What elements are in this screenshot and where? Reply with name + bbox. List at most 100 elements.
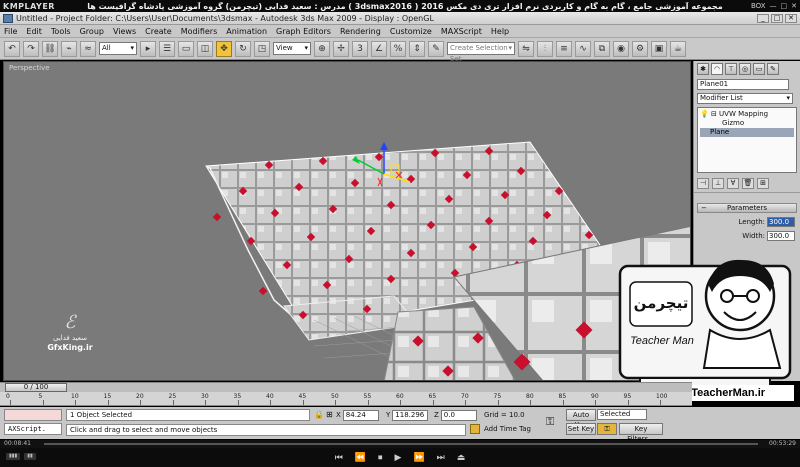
utilities-tab-icon[interactable]: ✎: [767, 63, 779, 75]
selection-filter-dropdown[interactable]: All: [99, 42, 137, 55]
material-editor-icon[interactable]: ◉: [613, 40, 629, 57]
key-mode-icon[interactable]: ⚿: [546, 415, 554, 429]
minimize-button[interactable]: _: [757, 13, 769, 23]
stack-item-gizmo[interactable]: Gizmo: [700, 119, 794, 128]
select-move-icon[interactable]: ✥: [216, 40, 232, 57]
time-slider[interactable]: 0 / 100: [0, 382, 692, 392]
align-icon[interactable]: ⫶: [537, 40, 553, 57]
reference-coord-dropdown[interactable]: View: [273, 42, 311, 55]
pin-stack-icon[interactable]: ⊣: [697, 178, 709, 189]
select-manipulate-icon[interactable]: ✢: [333, 40, 349, 57]
edit-named-selection-icon[interactable]: ✎: [428, 40, 444, 57]
perspective-viewport[interactable]: Perspective ℰ سعید فدایی GfxKing.ir: [3, 61, 691, 381]
add-time-tag[interactable]: Add Time Tag: [484, 424, 531, 435]
show-end-result-icon[interactable]: ⊥: [712, 178, 724, 189]
x-field[interactable]: 84.24: [342, 409, 379, 421]
player-box-button[interactable]: BOX: [751, 2, 766, 10]
stack-item-plane[interactable]: Plane: [700, 128, 794, 137]
length-spinner[interactable]: 300.0: [767, 217, 795, 227]
stop-icon[interactable]: ⏹: [378, 453, 383, 463]
bind-space-warp-icon[interactable]: ≈: [80, 40, 96, 57]
select-object-icon[interactable]: ▸: [140, 40, 156, 57]
parameters-rollout[interactable]: Parameters: [697, 203, 797, 213]
menu-graph-editors[interactable]: Graph Editors: [276, 27, 331, 36]
maxscript-listener-top[interactable]: [4, 409, 62, 421]
menu-rendering[interactable]: Rendering: [340, 27, 381, 36]
lock-selection-icon[interactable]: 🔒: [314, 410, 324, 419]
key-filters-button[interactable]: Key Filters...: [619, 423, 663, 443]
menu-modifiers[interactable]: Modifiers: [181, 27, 218, 36]
maxscript-listener[interactable]: AXScript.: [4, 423, 62, 435]
play-icon[interactable]: ▶: [395, 453, 402, 463]
eject-icon[interactable]: ⏏: [457, 453, 466, 463]
select-scale-icon[interactable]: ◳: [254, 40, 270, 57]
max-app-icon[interactable]: [3, 13, 13, 23]
set-keys-icon[interactable]: ⚿: [597, 423, 617, 435]
absolute-mode-icon[interactable]: ⊞: [326, 410, 333, 419]
next-icon[interactable]: ⏭: [437, 453, 445, 463]
select-rotate-icon[interactable]: ↻: [235, 40, 251, 57]
pivot-center-icon[interactable]: ⊕: [314, 40, 330, 57]
menu-customize[interactable]: Customize: [390, 27, 432, 36]
named-selection-set-dropdown[interactable]: Create Selection Set: [447, 42, 515, 63]
layer-manager-icon[interactable]: ≡: [556, 40, 572, 57]
menu-animation[interactable]: Animation: [226, 27, 267, 36]
object-name-field[interactable]: Plane01: [697, 79, 789, 90]
create-tab-icon[interactable]: ✱: [697, 63, 709, 75]
configure-sets-icon[interactable]: ⊞: [757, 178, 769, 189]
angle-snap-icon[interactable]: ∠: [371, 40, 387, 57]
make-unique-icon[interactable]: ∀: [727, 178, 739, 189]
curve-editor-icon[interactable]: ∿: [575, 40, 591, 57]
time-tag-icon[interactable]: [470, 424, 480, 434]
z-field[interactable]: 0.0: [440, 409, 477, 421]
remove-modifier-icon[interactable]: 🗑: [742, 178, 754, 189]
stack-item-uvw-mapping[interactable]: 💡 ⊟ UVW Mapping: [700, 110, 794, 119]
mirror-icon[interactable]: ⇋: [518, 40, 534, 57]
schematic-view-icon[interactable]: ⧉: [594, 40, 610, 57]
unlink-icon[interactable]: ⌁: [61, 40, 77, 57]
forward-icon[interactable]: ⏩: [413, 453, 424, 463]
menu-help[interactable]: Help: [491, 27, 509, 36]
close-button[interactable]: ✕: [785, 13, 797, 23]
maximize-button[interactable]: □: [771, 13, 783, 23]
select-by-name-icon[interactable]: ☰: [159, 40, 175, 57]
prev-icon[interactable]: ⏮: [335, 453, 343, 463]
modify-tab-icon[interactable]: ◠: [711, 63, 723, 75]
viewport-label[interactable]: Perspective: [9, 64, 50, 72]
time-slider-thumb[interactable]: 0 / 100: [5, 383, 67, 392]
link-icon[interactable]: ⛓: [42, 40, 58, 57]
window-crossing-icon[interactable]: ◫: [197, 40, 213, 57]
redo-icon[interactable]: ↷: [23, 40, 39, 57]
quick-render-icon[interactable]: ☕: [670, 40, 686, 57]
percent-snap-icon[interactable]: %: [390, 40, 406, 57]
player-minimize-button[interactable]: —: [770, 2, 777, 10]
rewind-icon[interactable]: ⏪: [355, 453, 366, 463]
player-maximize-button[interactable]: □: [781, 2, 788, 10]
render-setup-icon[interactable]: ⚙: [632, 40, 648, 57]
player-badge-2[interactable]: ▮▮: [24, 453, 36, 460]
menu-tools[interactable]: Tools: [51, 27, 71, 36]
undo-icon[interactable]: ↶: [4, 40, 20, 57]
key-selection-dropdown[interactable]: Selected: [597, 409, 647, 420]
player-badge-1[interactable]: ▮▮▮: [6, 453, 21, 460]
auto-key-button[interactable]: Auto Key: [566, 409, 596, 429]
display-tab-icon[interactable]: ▭: [753, 63, 765, 75]
player-close-button[interactable]: ✕: [791, 2, 797, 10]
menu-group[interactable]: Group: [80, 27, 104, 36]
menu-maxscript[interactable]: MAXScript: [441, 27, 482, 36]
motion-tab-icon[interactable]: ◎: [739, 63, 751, 75]
modifier-list-dropdown[interactable]: Modifier List: [697, 93, 793, 104]
rendered-frame-icon[interactable]: ▣: [651, 40, 667, 57]
set-key-button[interactable]: Set Key: [566, 423, 596, 435]
player-progress-track[interactable]: [44, 443, 758, 445]
menu-create[interactable]: Create: [145, 27, 172, 36]
menu-file[interactable]: File: [4, 27, 17, 36]
spinner-snap-icon[interactable]: ⇕: [409, 40, 425, 57]
trackbar[interactable]: 0 5 10 15 20 25 30 35 40 45 50 55 60 65 70 75 80 85 90 95 10…: [0, 392, 692, 406]
menu-views[interactable]: Views: [113, 27, 136, 36]
y-field[interactable]: 118.296: [392, 409, 429, 421]
hierarchy-tab-icon[interactable]: ⊤: [725, 63, 737, 75]
menu-edit[interactable]: Edit: [26, 27, 42, 36]
player-progress-bar[interactable]: 00:08:41 00:53:29: [0, 440, 800, 448]
rect-selection-icon[interactable]: ▭: [178, 40, 194, 57]
